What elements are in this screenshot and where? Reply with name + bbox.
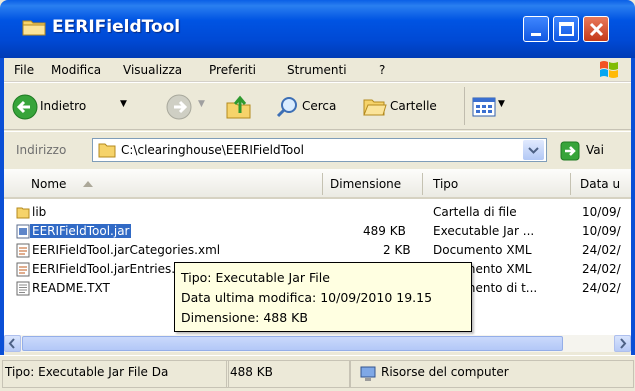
file-row-selected[interactable]: EERIFieldTool.jar 489 KB Executable Jar … bbox=[4, 222, 631, 241]
up-folder-icon bbox=[226, 95, 251, 119]
column-header-type[interactable]: Tipo bbox=[433, 177, 458, 191]
xml-file-icon bbox=[16, 262, 30, 277]
address-label: Indirizzo bbox=[16, 143, 67, 157]
column-separator[interactable] bbox=[322, 173, 323, 195]
file-name: EERIFieldTool.jarEntries.xml bbox=[32, 262, 198, 276]
file-size: 489 KB bbox=[363, 224, 406, 238]
back-arrow-icon bbox=[12, 94, 38, 120]
file-name: EERIFieldTool.jarCategories.xml bbox=[32, 243, 221, 257]
file-name: README.TXT bbox=[32, 281, 110, 295]
menu-strumenti[interactable]: Strumenti bbox=[287, 63, 347, 77]
views-icon bbox=[472, 97, 496, 117]
up-folder-button[interactable] bbox=[222, 93, 256, 121]
scroll-right-button[interactable] bbox=[614, 335, 631, 352]
file-row-lib[interactable]: lib Cartella di file 10/09/ bbox=[4, 203, 631, 222]
forward-button[interactable]: ▼ bbox=[164, 93, 208, 121]
maximize-button[interactable] bbox=[553, 16, 579, 42]
address-dropdown-button[interactable] bbox=[523, 140, 544, 160]
toolbar: Indietro ▼ ▼ Cerca Cartelle ▼ bbox=[4, 82, 631, 130]
file-row[interactable]: EERIFieldTool.jarCategories.xml 2 KB Doc… bbox=[4, 241, 631, 260]
xml-file-icon bbox=[16, 243, 30, 258]
menu-visualizza[interactable]: Visualizza bbox=[123, 63, 182, 77]
forward-dropdown-icon[interactable]: ▼ bbox=[198, 99, 205, 109]
folder-icon bbox=[22, 20, 46, 36]
menu-preferiti[interactable]: Preferiti bbox=[209, 63, 256, 77]
column-header-name[interactable]: Nome bbox=[31, 177, 66, 191]
column-separator[interactable] bbox=[422, 173, 423, 195]
file-info-tooltip: Tipo: Executable Jar File Data ultima mo… bbox=[174, 262, 472, 332]
tooltip-type: Tipo: Executable Jar File bbox=[181, 270, 330, 285]
folder-icon bbox=[16, 207, 30, 219]
minimize-icon bbox=[531, 33, 541, 36]
go-button[interactable]: Vai bbox=[560, 140, 628, 162]
jar-file-icon bbox=[16, 224, 30, 239]
file-date: 24/02/ bbox=[582, 243, 621, 257]
views-button[interactable]: ▼ bbox=[470, 93, 522, 121]
window-border-right bbox=[631, 58, 635, 355]
file-name: EERIFieldTool.jar bbox=[30, 224, 132, 238]
windows-logo-icon bbox=[600, 61, 618, 78]
sort-ascending-icon bbox=[83, 181, 93, 187]
menu-help[interactable]: ? bbox=[379, 63, 385, 77]
go-label: Vai bbox=[586, 143, 604, 157]
file-date: 10/09/ bbox=[582, 224, 621, 238]
search-button[interactable]: Cerca bbox=[274, 93, 356, 121]
tooltip-size: Dimensione: 488 KB bbox=[181, 310, 308, 325]
status-panel-size: 488 KB bbox=[226, 360, 350, 388]
address-value: C:\clearinghouse\EERIFieldTool bbox=[121, 143, 304, 157]
menu-file[interactable]: File bbox=[14, 63, 34, 77]
horizontal-scrollbar[interactable] bbox=[4, 335, 631, 352]
folder-icon bbox=[98, 143, 116, 158]
status-panel-location: Risorse del computer bbox=[350, 360, 634, 388]
folders-button[interactable]: Cartelle bbox=[360, 93, 456, 121]
title-bar[interactable]: EERIFieldTool bbox=[0, 0, 635, 58]
close-button[interactable] bbox=[583, 16, 609, 42]
chevron-left-icon bbox=[8, 338, 15, 349]
computer-icon bbox=[360, 366, 376, 381]
column-header-date[interactable]: Data u bbox=[580, 177, 620, 191]
file-type: Executable Jar ... bbox=[433, 224, 535, 238]
file-date: 10/09/ bbox=[582, 205, 621, 219]
chevron-down-icon bbox=[528, 147, 539, 154]
status-size-text: 488 KB bbox=[230, 365, 273, 379]
file-size: 2 KB bbox=[383, 243, 411, 257]
folders-icon bbox=[363, 99, 387, 116]
scroll-left-button[interactable] bbox=[4, 335, 21, 352]
text-file-icon bbox=[16, 281, 30, 296]
back-label: Indietro bbox=[40, 99, 87, 113]
tooltip-date: Data ultima modifica: 10/09/2010 19.15 bbox=[181, 290, 433, 305]
toolbar-separator bbox=[464, 87, 465, 125]
file-date: 24/02/ bbox=[582, 262, 621, 276]
status-bar: Tipo: Executable Jar File Da 488 KB Riso… bbox=[0, 355, 635, 391]
status-info-text: Tipo: Executable Jar File Da bbox=[5, 365, 169, 379]
file-date: 24/02/ bbox=[582, 281, 621, 295]
menu-modifica[interactable]: Modifica bbox=[51, 63, 101, 77]
close-icon bbox=[589, 22, 604, 37]
folders-label: Cartelle bbox=[390, 99, 437, 113]
status-panel-info: Tipo: Executable Jar File Da bbox=[2, 360, 229, 388]
column-separator[interactable] bbox=[570, 173, 571, 195]
file-name: lib bbox=[32, 205, 47, 219]
back-button[interactable]: Indietro ▼ bbox=[10, 93, 136, 121]
column-header-size[interactable]: Dimensione bbox=[330, 177, 401, 191]
window-title: EERIFieldTool bbox=[52, 17, 181, 37]
search-label: Cerca bbox=[302, 99, 337, 113]
back-dropdown-icon[interactable]: ▼ bbox=[120, 99, 127, 109]
maximize-icon bbox=[559, 22, 574, 36]
forward-arrow-icon bbox=[166, 94, 192, 120]
status-location-text: Risorse del computer bbox=[381, 365, 509, 379]
file-type: Documento XML bbox=[433, 243, 532, 257]
scroll-thumb[interactable] bbox=[22, 336, 563, 351]
menu-bar: File Modifica Visualizza Preferiti Strum… bbox=[4, 58, 631, 82]
chevron-right-icon bbox=[620, 338, 627, 349]
column-headers: Nome Dimensione Tipo Data u bbox=[4, 169, 631, 199]
address-bar: Indirizzo C:\clearinghouse\EERIFieldTool… bbox=[4, 131, 631, 167]
address-input[interactable]: C:\clearinghouse\EERIFieldTool bbox=[92, 138, 547, 162]
views-dropdown-icon: ▼ bbox=[498, 99, 505, 109]
search-icon bbox=[276, 97, 297, 118]
go-arrow-icon bbox=[560, 141, 580, 161]
file-type: Cartella di file bbox=[433, 205, 517, 219]
minimize-button[interactable] bbox=[523, 16, 549, 42]
